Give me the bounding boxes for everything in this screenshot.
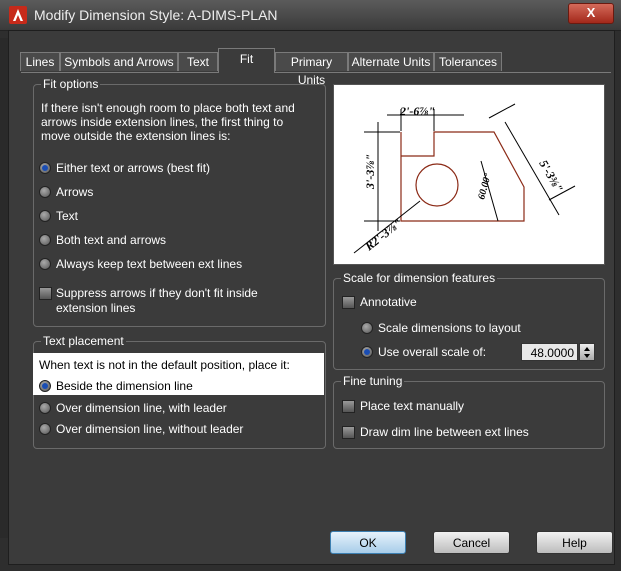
placement-radio-over-leader[interactable] bbox=[39, 402, 51, 414]
help-button[interactable]: Help bbox=[536, 531, 613, 554]
spin-down-icon[interactable] bbox=[584, 354, 590, 358]
place-text-manually-label[interactable]: Place text manually bbox=[360, 399, 464, 413]
dim-top-label: 2'-6⅞" bbox=[399, 104, 435, 118]
part-outline bbox=[400, 131, 525, 222]
fit-radio-keep-between[interactable] bbox=[39, 258, 51, 270]
fit-radio-text[interactable] bbox=[39, 210, 51, 222]
scale-layout-radio[interactable] bbox=[361, 322, 373, 334]
tab-primary-units[interactable]: Primary Units bbox=[275, 52, 348, 87]
fit-description-line-1: If there isn't enough room to place both… bbox=[41, 101, 295, 115]
suppress-arrows-label-1[interactable]: Suppress arrows if they don't fit inside bbox=[56, 286, 258, 300]
dim-left-label: 3'-3⅞" bbox=[363, 154, 377, 190]
fine-tuning-title: Fine tuning bbox=[341, 374, 405, 388]
title-bar[interactable]: Modify Dimension Style: A-DIMS-PLAN X bbox=[0, 0, 621, 31]
tab-text[interactable]: Text bbox=[178, 52, 218, 71]
tab-lines[interactable]: Lines bbox=[20, 52, 60, 71]
part-hole bbox=[415, 163, 459, 207]
placement-radio-beside[interactable] bbox=[39, 380, 51, 392]
overall-scale-radio[interactable] bbox=[361, 346, 373, 358]
fit-option-label[interactable]: Text bbox=[56, 209, 78, 223]
tab-symbols-arrows[interactable]: Symbols and Arrows bbox=[60, 52, 178, 71]
annotative-label[interactable]: Annotative bbox=[360, 295, 417, 309]
fit-option-label[interactable]: Both text and arrows bbox=[56, 233, 166, 247]
scale-spinner[interactable] bbox=[579, 343, 595, 361]
spin-up-icon[interactable] bbox=[584, 347, 590, 351]
dim-radius-label: R2'-3⅞" bbox=[361, 216, 404, 254]
dim-right-label: 5'-3⅜" bbox=[536, 158, 566, 195]
tab-fit[interactable]: Fit bbox=[218, 48, 275, 73]
overall-scale-input[interactable]: 48.0000 bbox=[521, 343, 578, 361]
ok-button[interactable]: OK bbox=[330, 531, 406, 554]
placement-option-label[interactable]: Over dimension line, without leader bbox=[56, 422, 243, 436]
draw-dim-line-checkbox[interactable] bbox=[342, 426, 355, 439]
close-button[interactable]: X bbox=[568, 3, 614, 24]
annotative-checkbox[interactable] bbox=[342, 296, 355, 309]
placement-option-label[interactable]: Over dimension line, with leader bbox=[56, 401, 227, 415]
overall-scale-label[interactable]: Use overall scale of: bbox=[378, 345, 486, 359]
fit-radio-arrows[interactable] bbox=[39, 186, 51, 198]
draw-dim-line-label[interactable]: Draw dim line between ext lines bbox=[360, 425, 529, 439]
text-placement-title: Text placement bbox=[41, 334, 126, 348]
place-text-manually-checkbox[interactable] bbox=[342, 400, 355, 413]
suppress-arrows-label-2[interactable]: extension lines bbox=[56, 301, 135, 315]
fit-option-label[interactable]: Arrows bbox=[56, 185, 93, 199]
placement-option-label[interactable]: Beside the dimension line bbox=[56, 379, 193, 393]
fit-radio-both[interactable] bbox=[39, 234, 51, 246]
scale-layout-label[interactable]: Scale dimensions to layout bbox=[378, 321, 521, 335]
dialog-window: Modify Dimension Style: A-DIMS-PLAN X Li… bbox=[0, 0, 621, 571]
dimension-preview: 2'-6⅞" 3'-3⅞" 5'-3⅜" 60.00° R2'-3⅞" bbox=[333, 84, 605, 265]
fit-description-line-2: arrows inside extension lines, the first… bbox=[41, 115, 284, 129]
suppress-arrows-checkbox[interactable] bbox=[39, 287, 52, 300]
autocad-logo-icon bbox=[9, 6, 27, 24]
fit-radio-best-fit[interactable] bbox=[39, 162, 51, 174]
placement-radio-over-no-leader[interactable] bbox=[39, 423, 51, 435]
text-placement-prompt: When text is not in the default position… bbox=[39, 358, 290, 372]
fit-description-line-3: move outside the extension lines is: bbox=[41, 129, 231, 143]
fit-options-title: Fit options bbox=[41, 77, 101, 91]
tab-alternate-units[interactable]: Alternate Units bbox=[348, 52, 434, 71]
tab-tolerances[interactable]: Tolerances bbox=[434, 52, 502, 71]
preview-drawing: 2'-6⅞" 3'-3⅞" 5'-3⅜" 60.00° R2'-3⅞" bbox=[353, 103, 576, 254]
cancel-button[interactable]: Cancel bbox=[433, 531, 510, 554]
fit-option-label[interactable]: Either text or arrows (best fit) bbox=[56, 161, 210, 175]
left-edge bbox=[0, 38, 8, 538]
scale-title: Scale for dimension features bbox=[341, 271, 498, 285]
fit-option-label[interactable]: Always keep text between ext lines bbox=[56, 257, 242, 271]
window-title: Modify Dimension Style: A-DIMS-PLAN bbox=[34, 7, 278, 23]
